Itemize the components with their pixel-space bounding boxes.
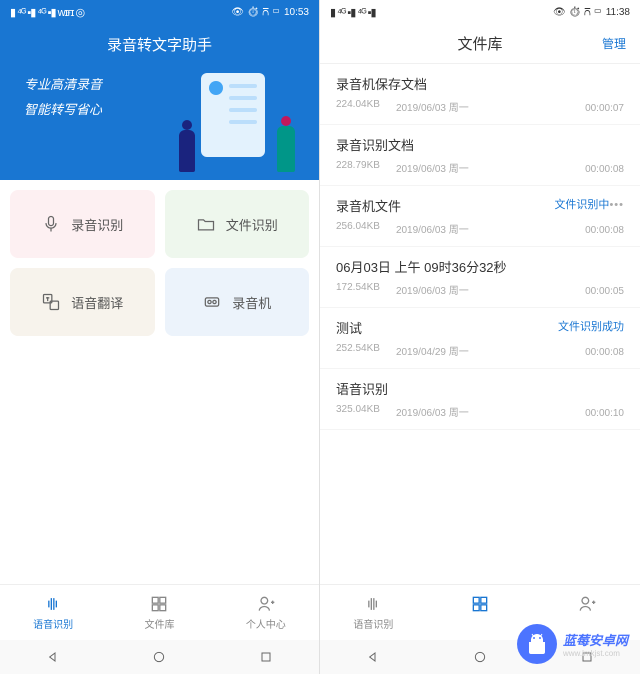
file-item[interactable]: 语音识别 325.04KB 2019/06/03 周一 00:00:10 xyxy=(320,369,640,430)
watermark: 蓝莓安卓网 www.lmkjst.com xyxy=(517,624,628,664)
file-size: 252.54KB xyxy=(336,343,380,358)
back-icon[interactable] xyxy=(365,649,381,665)
home-icon[interactable] xyxy=(472,649,488,665)
file-duration: 00:00:08 xyxy=(585,225,624,236)
card-label: 文件识别 xyxy=(226,215,278,234)
manage-button[interactable]: 管理 xyxy=(602,35,626,52)
tab-label: 语音识别 xyxy=(33,616,73,631)
file-date: 2019/04/29 周一 xyxy=(396,343,469,358)
file-duration: 00:00:08 xyxy=(585,164,624,175)
hero-illustration xyxy=(177,77,297,172)
waveform-icon xyxy=(42,594,64,614)
hero-banner: 录音转文字助手 专业高清录音 智能转写省心 xyxy=(0,24,319,180)
card-label: 录音机 xyxy=(232,293,271,312)
file-date: 2019/06/03 周一 xyxy=(396,99,469,114)
file-size: 325.04KB xyxy=(336,404,380,419)
tab-voice-recognize[interactable]: 语音识别 xyxy=(0,585,106,640)
page-title: 文件库 xyxy=(457,33,502,54)
android-nav-bar xyxy=(0,640,319,674)
status-icons: 👁 ⏱ ⩃ ▭ xyxy=(553,7,602,18)
card-file-recognize[interactable]: 文件识别 xyxy=(165,190,310,258)
watermark-text: 蓝莓安卓网 xyxy=(563,630,628,649)
status-time: 11:38 xyxy=(606,7,630,18)
user-icon xyxy=(576,594,598,614)
file-date: 2019/06/03 周一 xyxy=(396,221,469,236)
file-duration: 00:00:05 xyxy=(585,286,624,297)
file-size: 172.54KB xyxy=(336,282,380,297)
home-icon[interactable] xyxy=(151,649,167,665)
card-label: 录音识别 xyxy=(71,215,123,234)
file-list: 录音机保存文档 224.04KB 2019/06/03 周一 00:00:07 … xyxy=(320,64,640,584)
file-status: 文件识别中••• xyxy=(554,196,624,212)
phone-screen-right: ▮ ⁴ᴳ ▪▮ ⁴ᴳ ▪▮ 👁 ⏱ ⩃ ▭ 11:38 文件库 管理 录音机保存… xyxy=(320,0,640,674)
grid-icon xyxy=(148,594,170,614)
file-item[interactable]: 录音机保存文档 224.04KB 2019/06/03 周一 00:00:07 xyxy=(320,64,640,125)
file-size: 228.79KB xyxy=(336,160,380,175)
status-bar: ▮ ⁴ᴳ ▪▮ ⁴ᴳ ▪▮ 👁 ⏱ ⩃ ▭ 11:38 xyxy=(320,0,640,24)
watermark-url: www.lmkjst.com xyxy=(563,649,628,658)
status-bar: ▮ ⁴ᴳ ▪▮ ⁴ᴳ ▪▮ ᴡɪғɪ ◎ 👁 ⏱ ⩃ ▭ 10:53 xyxy=(0,0,319,24)
mic-icon xyxy=(41,214,61,234)
file-name: 06月03日 上午 09时36分32秒 xyxy=(336,257,624,276)
file-size: 224.04KB xyxy=(336,99,380,114)
signal-icon: ▮ ⁴ᴳ ▪▮ ⁴ᴳ ▪▮ xyxy=(330,6,376,19)
tab-file-library[interactable]: 文件库 xyxy=(106,585,212,640)
status-time: 10:53 xyxy=(284,7,309,18)
action-grid: 录音识别 文件识别 语音翻译 录音机 xyxy=(0,180,319,346)
file-status: 文件识别成功 xyxy=(558,318,624,334)
signal-icon: ▮ ⁴ᴳ ▪▮ ⁴ᴳ ▪▮ ᴡɪғɪ ◎ xyxy=(10,6,84,19)
recorder-icon xyxy=(202,292,222,312)
recent-icon[interactable] xyxy=(258,649,274,665)
file-size: 256.04KB xyxy=(336,221,380,236)
phone-screen-left: ▮ ⁴ᴳ ▪▮ ⁴ᴳ ▪▮ ᴡɪғɪ ◎ 👁 ⏱ ⩃ ▭ 10:53 录音转文字… xyxy=(0,0,320,674)
file-duration: 00:00:07 xyxy=(585,103,624,114)
translate-icon xyxy=(41,292,61,312)
back-icon[interactable] xyxy=(45,649,61,665)
file-item[interactable]: 06月03日 上午 09时36分32秒 172.54KB 2019/06/03 … xyxy=(320,247,640,308)
card-recorder[interactable]: 录音机 xyxy=(165,268,310,336)
file-duration: 00:00:08 xyxy=(585,347,624,358)
tab-label: 语音识别 xyxy=(353,616,393,631)
file-date: 2019/06/03 周一 xyxy=(396,404,469,419)
file-item[interactable]: 录音机文件 文件识别中••• 256.04KB 2019/06/03 周一 00… xyxy=(320,186,640,247)
file-name: 语音识别 xyxy=(336,379,624,398)
grid-icon xyxy=(469,594,491,614)
file-name: 录音识别文档 xyxy=(336,135,624,154)
tab-label: 文件库 xyxy=(144,616,174,631)
user-icon xyxy=(255,594,277,614)
file-item[interactable]: 测试 文件识别成功 252.54KB 2019/04/29 周一 00:00:0… xyxy=(320,308,640,369)
tab-profile[interactable]: 个人中心 xyxy=(213,585,319,640)
file-date: 2019/06/03 周一 xyxy=(396,160,469,175)
app-title: 录音转文字助手 xyxy=(0,24,319,55)
card-label: 语音翻译 xyxy=(71,293,123,312)
file-item[interactable]: 录音识别文档 228.79KB 2019/06/03 周一 00:00:08 xyxy=(320,125,640,186)
file-duration: 00:00:10 xyxy=(585,408,624,419)
tab-bar: 语音识别 文件库 个人中心 xyxy=(0,584,319,640)
file-name: 录音机保存文档 xyxy=(336,74,624,93)
watermark-logo-icon xyxy=(517,624,557,664)
card-voice-translate[interactable]: 语音翻译 xyxy=(10,268,155,336)
status-icons: 👁 ⏱ ⩃ ▭ xyxy=(231,7,280,18)
header: 文件库 管理 xyxy=(320,24,640,64)
tab-voice-recognize[interactable]: 语音识别 xyxy=(320,585,427,640)
tab-label: 个人中心 xyxy=(246,616,286,631)
waveform-icon xyxy=(362,594,384,614)
file-date: 2019/06/03 周一 xyxy=(396,282,469,297)
card-voice-recognize[interactable]: 录音识别 xyxy=(10,190,155,258)
folder-icon xyxy=(196,214,216,234)
